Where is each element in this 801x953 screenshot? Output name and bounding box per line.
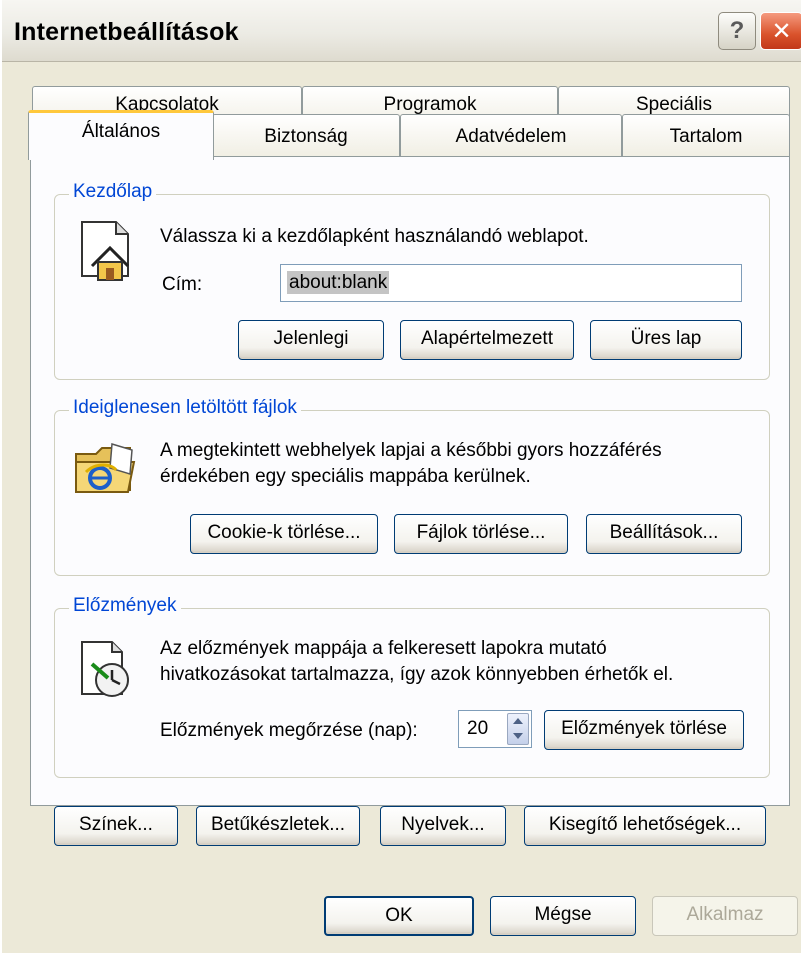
history-line1: Az előzmények mappája a felkeresett lapo… xyxy=(160,638,607,659)
address-value: about:blank xyxy=(287,271,390,294)
temp-files-settings-button[interactable]: Beállítások... xyxy=(586,514,742,554)
history-line2: hivatkozásokat tartalmazza, így azok kön… xyxy=(160,664,674,685)
home-page-icon xyxy=(81,221,130,281)
home-page-description: Válassza ki a kezdőlapként használandó w… xyxy=(160,226,589,247)
spin-buttons[interactable] xyxy=(507,713,529,745)
languages-button[interactable]: Nyelvek... xyxy=(380,806,506,846)
use-current-button[interactable]: Jelenlegi xyxy=(238,320,384,360)
internet-options-dialog: Internetbeállítások ? ✕ Kapcsolatok Prog… xyxy=(0,0,801,953)
temp-files-legend: Ideiglenesen letöltött fájlok xyxy=(69,397,301,419)
delete-files-button[interactable]: Fájlok törlése... xyxy=(394,514,568,554)
history-days-value: 20 xyxy=(467,718,489,739)
use-default-button[interactable]: Alapértelmezett xyxy=(400,320,574,360)
tab-adatvedelem[interactable]: Adatvédelem xyxy=(400,114,622,156)
ie-folder-icon xyxy=(75,443,136,493)
address-label: Cím: xyxy=(162,274,203,295)
history-days-label: Előzmények megőrzése (nap): xyxy=(160,720,418,741)
fonts-button[interactable]: Betűkészletek... xyxy=(196,806,360,846)
history-icon xyxy=(81,641,129,697)
history-days-stepper[interactable]: 20 xyxy=(458,710,532,748)
history-legend: Előzmények xyxy=(69,595,181,617)
apply-button[interactable]: Alkalmaz xyxy=(652,896,798,936)
temp-files-line1: A megtekintett webhelyek lapjai a később… xyxy=(160,440,662,461)
window-title: Internetbeállítások xyxy=(14,18,239,46)
accessibility-button[interactable]: Kisegítő lehetőségek... xyxy=(524,806,766,846)
cancel-button[interactable]: Mégse xyxy=(490,896,636,936)
title-bar[interactable]: Internetbeállítások ? ✕ xyxy=(2,0,801,62)
delete-cookies-button[interactable]: Cookie-k törlése... xyxy=(190,514,378,554)
home-address-input[interactable]: about:blank xyxy=(280,264,742,302)
tab-altalanos[interactable]: Általános xyxy=(28,110,214,160)
temp-files-line2: érdekében egy speciális mappába kerülnek… xyxy=(160,466,531,487)
help-button[interactable]: ? xyxy=(718,12,756,50)
history-group: Előzmények xyxy=(54,595,770,778)
home-page-legend: Kezdőlap xyxy=(69,181,157,203)
tab-tartalom[interactable]: Tartalom xyxy=(622,114,790,156)
spin-down-icon[interactable] xyxy=(513,733,523,739)
spin-up-icon[interactable] xyxy=(513,718,523,724)
tab-biztonsag[interactable]: Biztonság xyxy=(212,114,400,156)
clear-history-button[interactable]: Előzmények törlése xyxy=(544,710,744,750)
close-button[interactable]: ✕ xyxy=(760,12,801,50)
colors-button[interactable]: Színek... xyxy=(54,806,178,846)
use-blank-button[interactable]: Üres lap xyxy=(590,320,742,360)
ok-button[interactable]: OK xyxy=(324,896,474,936)
